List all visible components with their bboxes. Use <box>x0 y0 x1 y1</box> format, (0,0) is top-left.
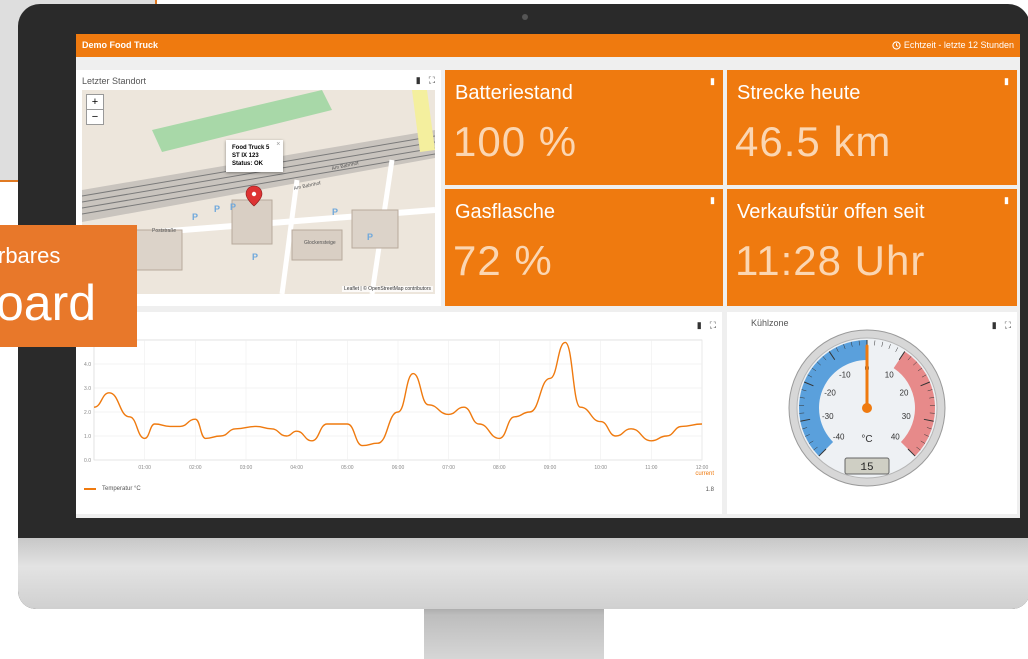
cooling-gauge: -40-30-20-10010203040°C15 <box>788 329 946 487</box>
x-tick-label: 11:00 <box>645 465 657 471</box>
x-tick-label: 08:00 <box>493 465 506 471</box>
street-label: Poststraße <box>152 228 176 234</box>
gauge-tick-label: -10 <box>839 371 851 380</box>
gauge-tick-label: 10 <box>885 371 894 380</box>
current-value: 1.8 <box>705 487 714 493</box>
current-label: current <box>695 471 714 477</box>
gauge-tick-label: 30 <box>902 412 911 421</box>
popup-close-button[interactable]: × <box>276 141 280 149</box>
monitor-frame: Demo Food Truck Echtzeit - letzte 12 Stu… <box>18 4 1028 609</box>
y-tick-label: 3.0 <box>84 386 91 392</box>
svg-text:P: P <box>367 232 373 242</box>
x-tick-label: 01:00 <box>138 465 151 471</box>
street-label: Glockensteige <box>304 240 336 246</box>
svg-text:P: P <box>230 202 236 212</box>
clock-icon <box>892 40 901 50</box>
tile-value: 72 % <box>453 237 553 284</box>
y-tick-label: 4.0 <box>84 362 91 368</box>
dashboard-screen: Demo Food Truck Echtzeit - letzte 12 Stu… <box>76 34 1020 518</box>
map-popup: Food Truck 5 ST IX 123 Status: OK × <box>226 140 284 172</box>
y-tick-label: 0.0 <box>84 458 91 464</box>
zoom-control: + − <box>86 94 104 125</box>
dashboard-title: Demo Food Truck <box>82 40 159 50</box>
tile-battery: Batteriestand 100 % ▮ <box>445 70 723 185</box>
gauge-tick-label: 40 <box>891 432 900 441</box>
tile-label: Strecke heute <box>737 82 861 104</box>
tile-value: 46.5 km <box>735 118 892 165</box>
tile-distance: Strecke heute 46.5 km ▮ <box>727 70 1017 185</box>
gauge-panel: Kühlzone ▮ ⛶ -40-30-20-10010203040°C15 <box>727 312 1017 514</box>
export-icon[interactable]: ▮ <box>710 195 715 206</box>
gauge-tick-label: -40 <box>833 432 845 441</box>
svg-text:P: P <box>332 207 338 217</box>
zoom-out-button[interactable]: − <box>87 110 103 124</box>
export-icon[interactable]: ▮ <box>416 75 421 86</box>
gauge-tick-label: -30 <box>822 412 834 421</box>
tile-label: Batteriestand <box>455 82 573 104</box>
map-attribution[interactable]: Leaflet | © OpenStreetMap contributors <box>342 286 433 292</box>
x-tick-label: 09:00 <box>544 465 557 471</box>
fullscreen-icon[interactable]: ⛶ <box>429 75 435 86</box>
export-icon[interactable]: ▮ <box>1004 195 1009 206</box>
export-icon[interactable]: ▮ <box>1004 76 1009 87</box>
tile-value: 100 % <box>453 118 578 165</box>
tile-label: Verkaufstür offen seit <box>737 201 925 223</box>
chart-legend[interactable]: Temperatur °C <box>84 486 141 492</box>
x-tick-label: 03:00 <box>240 465 253 471</box>
popup-line: Food Truck 5 <box>232 145 270 151</box>
x-tick-label: 07:00 <box>442 465 455 471</box>
promo-banner: rbares oard <box>0 225 137 347</box>
tile-gas: Gasflasche 72 % ▮ <box>445 189 723 306</box>
gauge-tick-label: 20 <box>900 389 909 398</box>
monitor-chin <box>18 538 1028 609</box>
x-tick-label: 05:00 <box>341 465 354 471</box>
tile-value: 11:28 Uhr <box>735 237 926 284</box>
svg-text:P: P <box>192 212 198 222</box>
svg-text:P: P <box>252 252 258 262</box>
gauge-unit: °C <box>861 434 872 445</box>
chart-panel: ▮ ⛶ 0.0 1.0 2.0 3.0 4.0 01:00 02:00 03:00 04:00 0… <box>76 312 722 514</box>
legend-swatch <box>84 488 96 490</box>
gauge-readout: 15 <box>860 462 873 474</box>
time-window-selector[interactable]: Echtzeit - letzte 12 Stunden <box>892 40 1014 50</box>
promo-line1: rbares <box>0 243 61 268</box>
y-tick-label: 2.0 <box>84 410 91 416</box>
x-tick-label: 02:00 <box>189 465 202 471</box>
promo-line2: oard <box>0 275 97 331</box>
time-window-label: Echtzeit - letzte 12 Stunden <box>903 40 1014 50</box>
tile-door: Verkaufstür offen seit 11:28 Uhr ▮ <box>727 189 1017 306</box>
x-tick-label: 10:00 <box>594 465 607 471</box>
top-bar: Demo Food Truck Echtzeit - letzte 12 Stu… <box>76 34 1020 57</box>
map-panel-title: Letzter Standort <box>82 76 147 86</box>
svg-text:P: P <box>214 204 220 214</box>
tile-label: Gasflasche <box>455 201 556 223</box>
gauge-tick-label: -20 <box>824 389 836 398</box>
camera-dot <box>522 14 528 20</box>
y-tick-label: 1.0 <box>84 434 91 440</box>
temperature-chart: 0.0 1.0 2.0 3.0 4.0 01:00 02:00 03:00 04:00 05:00… <box>84 339 708 471</box>
zoom-in-button[interactable]: + <box>87 95 103 110</box>
export-icon[interactable]: ▮ <box>710 76 715 87</box>
gauge-hub <box>862 403 872 413</box>
popup-line: ST IX 123 <box>232 153 259 159</box>
popup-line: Status: OK <box>232 161 264 167</box>
x-tick-label: 06:00 <box>392 465 405 471</box>
legend-label: Temperatur °C <box>102 486 141 492</box>
x-tick-label: 04:00 <box>290 465 303 471</box>
